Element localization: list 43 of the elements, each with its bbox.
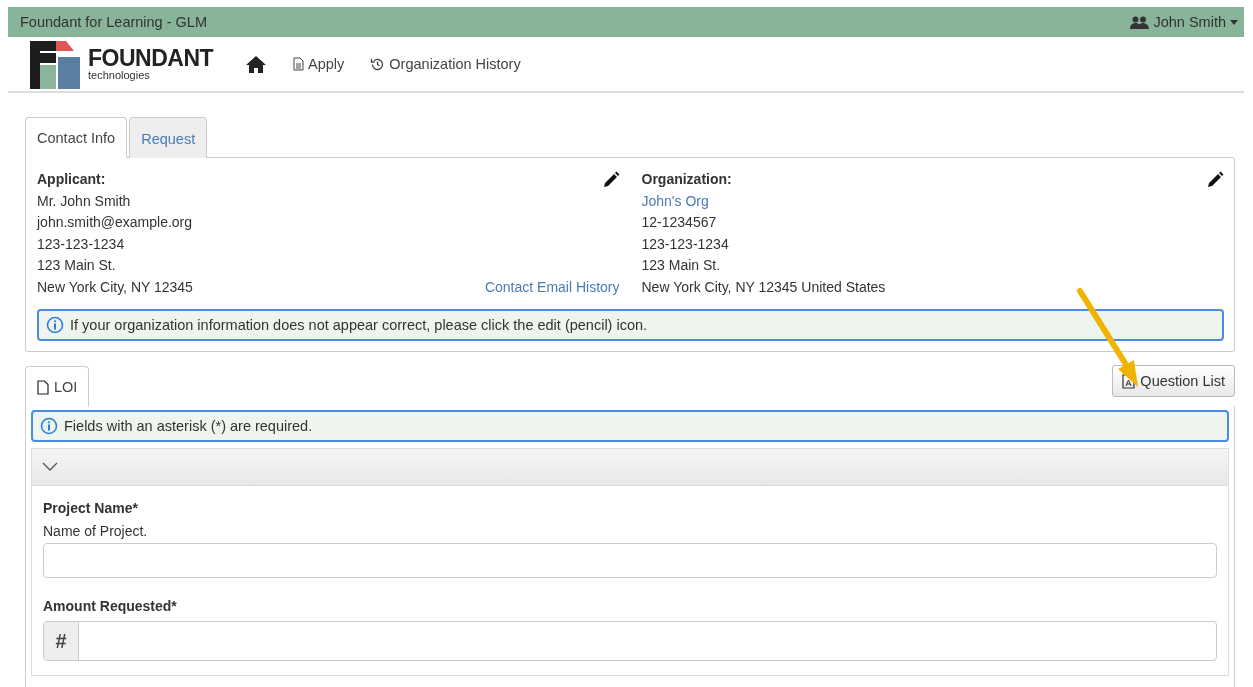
history-icon	[370, 56, 386, 72]
logo-tagline: technologies	[88, 70, 151, 81]
document-icon	[293, 57, 305, 71]
logo-icon	[30, 39, 82, 89]
alert-text: If your organization information does not appear correct, please click the edit (pencil) icon.	[70, 317, 648, 333]
app-title: Foundant for Learning - GLM	[20, 14, 207, 30]
pencil-icon[interactable]	[1206, 171, 1224, 189]
document-icon	[37, 379, 49, 395]
apply-link[interactable]: Apply	[293, 56, 345, 72]
alert-text: Fields with an asterisk (*) are required.	[64, 418, 313, 434]
organization-detail: 123-123-1234	[641, 234, 729, 254]
logo-name: FOUNDANT	[88, 47, 214, 70]
tab[interactable]: Request	[129, 117, 208, 158]
home-icon	[245, 55, 268, 73]
tab[interactable]: Contact Info	[25, 117, 128, 158]
info-icon	[46, 316, 64, 334]
applicant-detail: Mr. John Smith	[37, 191, 131, 211]
field-label: Amount Requested*	[43, 598, 178, 614]
amount-field[interactable]: #	[43, 621, 1217, 661]
contact-email-history-link[interactable]: Contact Email History	[484, 276, 620, 298]
organization-detail: New York City, NY 12345 United States	[641, 277, 886, 297]
organization-name-link[interactable]: John's Org	[641, 190, 709, 212]
question-list-button[interactable]: Question List	[1112, 365, 1235, 397]
caret-icon	[1230, 19, 1238, 25]
applicant-detail: 123 Main St.	[37, 256, 116, 275]
applicant-heading: Applicant:	[37, 170, 106, 189]
organization-detail: 123 Main St.	[641, 256, 721, 275]
users-icon	[1130, 15, 1150, 29]
chevron-icon[interactable]	[42, 462, 58, 472]
tab[interactable]: LOI	[25, 366, 90, 407]
user-menu[interactable]: John Smith	[1130, 14, 1238, 30]
project-name-field[interactable]	[43, 543, 1217, 578]
field-label: Project Name*	[43, 500, 139, 516]
applicant-detail: New York City, NY 12345	[37, 277, 193, 297]
organization-heading: Organization:	[641, 170, 732, 189]
home-link[interactable]	[245, 55, 268, 73]
info-icon	[40, 417, 58, 435]
applicant-detail: 123-123-1234	[37, 234, 125, 254]
organization-detail: 12-1234567	[641, 213, 717, 232]
pencil-icon[interactable]	[601, 171, 620, 189]
organization-history-link[interactable]: Organization History	[370, 56, 521, 72]
field-help-text: Name of Project.	[43, 523, 149, 539]
applicant-detail: john.smith@example.org	[37, 213, 193, 232]
